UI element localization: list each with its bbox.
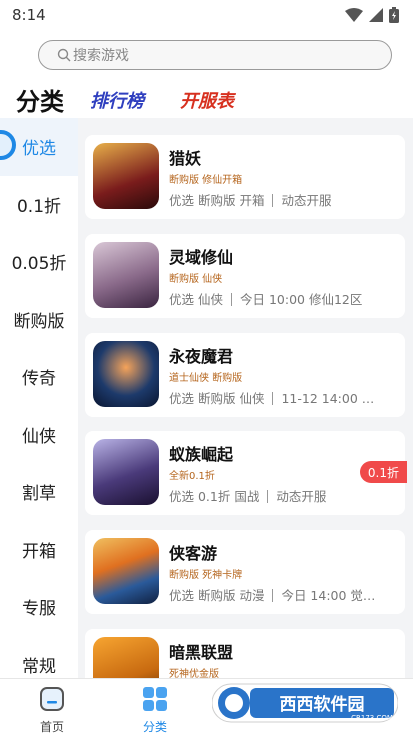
game-name: 永夜魔君	[169, 347, 234, 366]
top-tabs: 分类 排行榜 开服表	[0, 80, 413, 118]
game-thumbnail	[93, 637, 159, 678]
game-subtitle: 死神优金版	[169, 669, 219, 678]
game-tags: 优选 断购版 动漫	[169, 588, 265, 603]
game-card[interactable]: 暗黑联盟 死神优金版	[85, 629, 405, 678]
sidebar-item-gecao[interactable]: 割草	[0, 463, 78, 521]
watermark-domain: CR173.COM	[351, 714, 393, 722]
sidebar-item-005zhe[interactable]: 0.05折	[0, 233, 78, 291]
game-meta: 优选 断购版 动漫 今日 14:00 觉…	[169, 585, 399, 604]
game-meta: 优选 断购版 开箱 动态开服	[169, 190, 399, 209]
sidebar-item-label: 开箱	[22, 541, 56, 562]
active-indicator	[0, 130, 16, 160]
game-meta: 优选 断购版 仙侠 11-12 14:00 …	[169, 388, 399, 407]
game-subtitle: 断购版 死神卡牌	[169, 570, 243, 581]
game-name: 猎妖	[169, 149, 202, 168]
game-subtitle: 断购版 仙侠	[169, 274, 223, 285]
sidebar-item-label: 优选	[22, 139, 56, 160]
game-meta: 优选 仙侠 今日 10:00 修仙12区	[169, 289, 399, 308]
game-thumbnail	[93, 242, 159, 308]
divider	[267, 490, 269, 503]
discount-badge: 0.1折	[359, 461, 407, 483]
game-status: 今日 14:00 觉…	[281, 588, 376, 603]
sidebar-item-zhuanfu[interactable]: 专服	[0, 578, 78, 636]
sidebar-item-label: 传奇	[22, 369, 56, 390]
game-name: 蚁族崛起	[169, 445, 234, 464]
nav-home[interactable]: 首页	[17, 685, 87, 734]
game-card[interactable]: 永夜魔君 道士仙侠 断购版 优选 断购版 仙侠 11-12 14:00 …	[85, 333, 405, 417]
game-tags: 优选 0.1折 国战	[169, 489, 260, 504]
battery-icon	[389, 7, 399, 23]
tab-server-list[interactable]: 开服表	[180, 87, 234, 113]
game-tags: 优选 断购版 开箱	[169, 193, 265, 208]
game-thumbnail	[93, 538, 159, 604]
nav-category[interactable]: 分类	[120, 685, 190, 734]
game-thumbnail	[93, 439, 159, 505]
sidebar-item-label: 0.05折	[11, 254, 67, 275]
game-subtitle: 全新0.1折	[169, 471, 215, 482]
game-list: 猎妖 断购版 修仙开箱 优选 断购版 开箱 动态开服 灵域修仙 断购版 仙侠 优选…	[78, 118, 413, 678]
wifi-icon	[345, 8, 363, 22]
category-sidebar: 优选 0.1折 0.05折 断购版 传奇 仙侠 割草 开箱 专服 常规	[0, 118, 78, 678]
watermark-text: 西西软件园	[280, 694, 365, 715]
status-icons	[345, 7, 399, 23]
sidebar-item-duangou[interactable]: 断购版	[0, 291, 78, 349]
status-bar: 8:14	[0, 0, 413, 30]
sidebar-item-label: 仙侠	[22, 426, 56, 447]
game-tags: 优选 仙侠	[169, 292, 223, 307]
game-status: 11-12 14:00 …	[281, 391, 375, 406]
game-name: 暗黑联盟	[169, 643, 234, 662]
sidebar-item-label: 0.1折	[16, 196, 62, 217]
divider	[272, 392, 274, 405]
game-card[interactable]: 侠客游 断购版 死神卡牌 优选 断购版 动漫 今日 14:00 觉…	[85, 530, 405, 614]
sidebar-item-youxuan[interactable]: 优选	[0, 118, 78, 176]
sidebar-item-label: 割草	[22, 484, 56, 505]
signal-icon	[369, 8, 383, 22]
search-icon	[57, 48, 71, 62]
divider	[272, 194, 274, 207]
game-card[interactable]: 灵域修仙 断购版 仙侠 优选 仙侠 今日 10:00 修仙12区	[85, 234, 405, 318]
game-subtitle: 断购版 修仙开箱	[169, 175, 243, 186]
game-card[interactable]: 蚁族崛起 全新0.1折 优选 0.1折 国战 动态开服 0.1折	[85, 431, 407, 515]
sidebar-item-xianxia[interactable]: 仙侠	[0, 406, 78, 464]
search-row: 搜索游戏	[0, 30, 413, 80]
watermark-logo: 西西软件园 CR173.COM	[211, 680, 399, 726]
search-input[interactable]: 搜索游戏	[38, 40, 392, 70]
sidebar-item-kaixiang[interactable]: 开箱	[0, 521, 78, 579]
sidebar-item-label: 常规	[22, 656, 56, 677]
sidebar-item-label: 断购版	[13, 311, 65, 332]
tab-ranking[interactable]: 排行榜	[90, 87, 144, 113]
home-icon	[40, 687, 64, 711]
tab-category[interactable]: 分类	[16, 82, 64, 117]
nav-home-label: 首页	[39, 720, 64, 734]
game-status: 今日 10:00 修仙12区	[239, 292, 363, 307]
game-subtitle: 道士仙侠 断购版	[169, 373, 243, 384]
nav-category-label: 分类	[142, 720, 167, 734]
sidebar-item-changgui[interactable]: 常规	[0, 636, 78, 679]
divider	[230, 293, 232, 306]
status-time: 8:14	[12, 6, 46, 24]
sidebar-item-01zhe[interactable]: 0.1折	[0, 176, 78, 234]
game-thumbnail	[93, 143, 159, 209]
divider	[272, 589, 274, 602]
game-tags: 优选 断购版 仙侠	[169, 391, 265, 406]
game-name: 侠客游	[169, 544, 218, 563]
game-status: 动态开服	[276, 489, 327, 504]
game-thumbnail	[93, 341, 159, 407]
sidebar-item-label: 专服	[22, 599, 56, 620]
game-card[interactable]: 猎妖 断购版 修仙开箱 优选 断购版 开箱 动态开服	[85, 135, 405, 219]
game-status: 动态开服	[281, 193, 332, 208]
search-placeholder: 搜索游戏	[73, 48, 129, 64]
game-meta: 优选 0.1折 国战 动态开服	[169, 486, 399, 505]
category-grid-icon	[143, 687, 167, 711]
game-name: 灵域修仙	[169, 248, 234, 267]
sidebar-item-chuanqi[interactable]: 传奇	[0, 348, 78, 406]
